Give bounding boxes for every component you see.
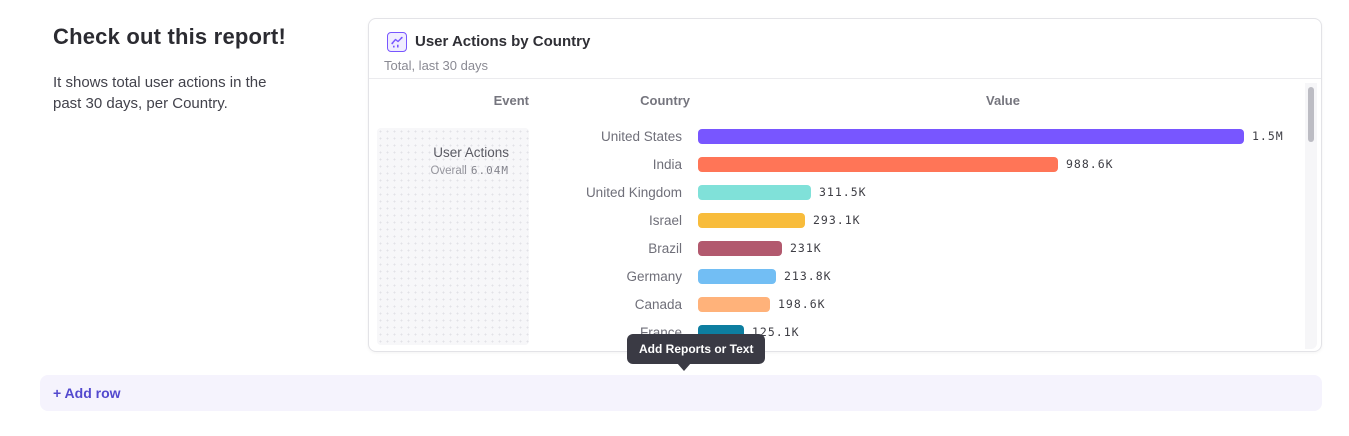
report-card-header: User Actions by Country Total, last 30 d…: [369, 19, 1321, 79]
intro-description: It shows total user actions in the past …: [53, 72, 289, 114]
report-subtitle: Total, last 30 days: [384, 58, 488, 73]
event-overall: Overall 6.04M: [377, 164, 509, 177]
row-label: India: [529, 157, 698, 172]
chart-row: Germany 213.8K: [529, 262, 1311, 290]
add-row-label: + Add row: [53, 385, 121, 401]
row-label: Brazil: [529, 241, 698, 256]
chart-row: United States 1.5M: [529, 122, 1311, 150]
bar[interactable]: [698, 269, 776, 284]
bar-chart: Event Country Value User Actions Overall…: [369, 79, 1321, 351]
report-card[interactable]: User Actions by Country Total, last 30 d…: [368, 18, 1322, 352]
tooltip-label: Add Reports or Text: [639, 342, 753, 356]
row-label: Canada: [529, 297, 698, 312]
chart-row: Israel 293.1K: [529, 206, 1311, 234]
bar-value: 988.6K: [1066, 157, 1114, 171]
chart-row: Canada 198.6K: [529, 290, 1311, 318]
column-header-country: Country: [529, 93, 690, 109]
column-header-event: Event: [369, 93, 529, 109]
bar-value: 198.6K: [778, 297, 826, 311]
bar-value: 1.5M: [1252, 129, 1284, 143]
tooltip-arrow-icon: [677, 363, 691, 371]
chart-row: United Kingdom 311.5K: [529, 178, 1311, 206]
chart-rows: United States 1.5M India 988.6K United K…: [529, 122, 1311, 346]
bar[interactable]: [698, 129, 1244, 144]
event-cell: User Actions Overall 6.04M: [377, 128, 529, 345]
overall-label: Overall: [430, 165, 466, 177]
bar-value: 311.5K: [819, 185, 867, 199]
column-header-value: Value: [698, 93, 1308, 109]
tooltip: Add Reports or Text: [627, 334, 765, 364]
row-label: United Kingdom: [529, 185, 698, 200]
line-chart-icon: [387, 32, 407, 52]
scrollbar-thumb[interactable]: [1308, 87, 1314, 142]
bar-value: 213.8K: [784, 269, 832, 283]
chart-row: Brazil 231K: [529, 234, 1311, 262]
event-name: User Actions: [377, 144, 509, 162]
scrollbar[interactable]: [1305, 83, 1317, 349]
bar[interactable]: [698, 157, 1058, 172]
intro-block: Check out this report! It shows total us…: [53, 24, 333, 114]
overall-value: 6.04M: [471, 164, 509, 177]
report-title: User Actions by Country: [415, 32, 590, 52]
chart-row: India 988.6K: [529, 150, 1311, 178]
row-label: United States: [529, 129, 698, 144]
row-label: Israel: [529, 213, 698, 228]
bar[interactable]: [698, 297, 770, 312]
bar-value: 293.1K: [813, 213, 861, 227]
bar[interactable]: [698, 241, 782, 256]
add-row-button[interactable]: + Add row: [40, 375, 1322, 411]
bar-value: 231K: [790, 241, 822, 255]
bar[interactable]: [698, 213, 805, 228]
row-label: Germany: [529, 269, 698, 284]
intro-heading: Check out this report!: [53, 24, 333, 50]
bar[interactable]: [698, 185, 811, 200]
